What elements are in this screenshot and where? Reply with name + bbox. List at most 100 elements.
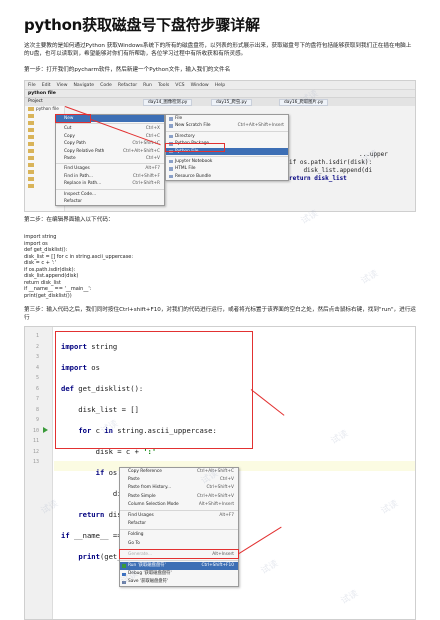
highlight-box — [55, 114, 91, 123]
menu-help[interactable]: Help — [215, 83, 225, 88]
menu-item-label: Cut — [64, 126, 72, 132]
new-submenu-item[interactable]: Resource Bundle — [166, 173, 288, 180]
menu-item-shortcut: Alt+F7 — [145, 166, 160, 172]
folder-icon — [28, 162, 34, 167]
menu-item-shortcut: Ctrl+X — [145, 126, 160, 132]
folder-icon — [28, 113, 34, 118]
new-submenu-item[interactable]: Directory — [166, 133, 288, 140]
context-menu-item[interactable]: Replace in Path... Ctrl+Shift+R — [56, 180, 164, 187]
editor-context-menu-item[interactable]: Copy Reference Ctrl+Alt+Shift+C — [120, 468, 238, 476]
menu-item-shortcut: Ctrl+Alt+Shift+C — [122, 148, 160, 154]
editor-context-menu-item[interactable]: Save '获取磁盘盘符' — [120, 578, 238, 586]
menu-separator — [56, 188, 164, 190]
menu-window[interactable]: Window — [191, 83, 209, 88]
menu-bar: File Edit View Navigate Code Refactor Run Tools… — [25, 81, 415, 90]
line-number: 12 — [32, 448, 39, 455]
tree-root-label: python file — [36, 107, 59, 112]
context-menu-item[interactable]: Paste Ctrl+V — [56, 155, 164, 162]
file-icon — [169, 117, 173, 121]
run-icon[interactable] — [43, 427, 48, 433]
highlight-box — [165, 143, 225, 152]
highlight-box — [55, 331, 253, 449]
file-icon — [169, 167, 173, 171]
context-menu-item[interactable]: Refactor — [56, 198, 164, 205]
menu-navigate[interactable]: Navigate — [74, 83, 95, 88]
editor-context-menu-item[interactable]: Find Usages Alt+F7 — [120, 512, 238, 520]
project-dropdown[interactable]: Project — [28, 98, 43, 106]
menu-separator — [56, 123, 164, 125]
editor-tab[interactable]: day15_爬虫.py — [211, 99, 252, 106]
line-number: 10 — [32, 427, 39, 434]
menu-edit[interactable]: Edit — [42, 83, 51, 88]
new-submenu-item[interactable]: HTML File — [166, 165, 288, 172]
menu-refactor[interactable]: Refactor — [118, 83, 137, 88]
folder-icon — [28, 148, 34, 153]
folder-icon — [28, 134, 34, 139]
menu-view[interactable]: View — [57, 83, 68, 88]
menu-item-shortcut: Ctrl+Alt+Shift+Insert — [237, 123, 284, 129]
menu-item-shortcut: Ctrl+Alt+Shift+V — [197, 493, 234, 499]
context-menu-item[interactable]: Copy Relative Path Ctrl+Alt+Shift+C — [56, 148, 164, 155]
debug-icon — [122, 572, 126, 577]
step1-text: 第一步：打开我们的pycharm软件，然后新建一个Python文件，输入我们的文… — [24, 67, 231, 73]
menu-item-shortcut: Alt+F7 — [219, 512, 234, 518]
line-number: 11 — [32, 438, 39, 444]
new-submenu-item[interactable]: New Scratch File Ctrl+Alt+Shift+Insert — [166, 122, 288, 129]
menu-run[interactable]: Run — [143, 83, 152, 88]
editor-context-menu-item[interactable]: Debug '获取磁盘盘符' — [120, 570, 238, 578]
menu-item-label: Jupyter Notebook — [175, 158, 213, 164]
context-menu-item[interactable]: Inspect Code... — [56, 191, 164, 198]
editor-context-menu: Copy Reference Ctrl+Alt+Shift+C Paste Ctrl+… — [119, 467, 239, 588]
folder-icon — [28, 127, 34, 132]
code-line: return disk_list — [289, 175, 347, 182]
editor-context-menu-item[interactable]: Column Selection Mode Alt+Shift+Insert — [120, 501, 238, 509]
line-number: 6 — [35, 385, 39, 392]
editor-context-menu-item[interactable]: Folding — [120, 531, 238, 539]
menu-item-label: Copy — [64, 133, 75, 139]
menu-item-label: Paste from History... — [128, 485, 172, 491]
folder-icon — [28, 169, 34, 174]
tree-root[interactable]: python file — [25, 106, 64, 113]
menu-separator — [120, 509, 238, 511]
folder-icon — [28, 141, 34, 146]
folder-icon — [28, 155, 34, 160]
editor-tab[interactable]: day16_爬取图片.py — [279, 99, 329, 106]
editor-context-menu-item[interactable]: Paste Simple Ctrl+Alt+Shift+V — [120, 493, 238, 501]
folder-icon — [28, 183, 34, 188]
code-line: disk_list.append(di — [289, 167, 373, 174]
editor-context-menu-item[interactable]: Paste Ctrl+V — [120, 476, 238, 484]
menu-item-label: Resource Bundle — [175, 173, 212, 179]
menu-vcs[interactable]: VCS — [175, 83, 184, 88]
editor-context-menu-item[interactable]: Run '获取磁盘盘符' Ctrl+Shift+F10 — [120, 561, 238, 571]
menu-item-label: Inspect Code... — [64, 191, 97, 197]
folder-icon — [28, 120, 34, 125]
editor-context-menu-item[interactable]: Go To — [120, 540, 238, 548]
context-menu-item[interactable]: Find Usages Alt+F7 — [56, 165, 164, 172]
new-submenu-item[interactable]: File — [166, 115, 288, 122]
menu-code[interactable]: Code — [100, 83, 112, 88]
new-submenu-item[interactable]: Jupyter Notebook — [166, 158, 288, 165]
menu-separator — [56, 163, 164, 165]
editor-tab[interactable]: day14_图像检测.py — [143, 99, 193, 106]
code-listing-line: print(get_disklist()) — [24, 292, 72, 299]
menu-item-shortcut: Ctrl+Shift+F — [132, 173, 160, 179]
menu-item-shortcut: Ctrl+Shift+R — [132, 181, 160, 187]
file-icon — [169, 124, 173, 128]
page-title: python获取磁盘号下盘符步骤详解 — [24, 16, 260, 34]
line-number: 1 — [35, 333, 39, 339]
menu-file[interactable]: File — [28, 83, 36, 88]
editor-context-menu-item[interactable]: Paste from History... Ctrl+Shift+V — [120, 484, 238, 492]
menu-item-label: Run '获取磁盘盘符' — [128, 562, 166, 568]
menu-item-label: Refactor — [64, 198, 83, 204]
context-menu-item[interactable]: Find in Path... Ctrl+Shift+F — [56, 173, 164, 180]
context-menu-item[interactable]: Copy Path Ctrl+Shift+C — [56, 140, 164, 147]
menu-tools[interactable]: Tools — [158, 83, 169, 88]
line-number: 5 — [35, 375, 39, 381]
menu-item-label: Go To — [128, 540, 140, 546]
menu-item-label: Paste Simple — [128, 493, 156, 499]
background-code: ...upper if os.path.isdir(disk): disk_lis… — [289, 151, 388, 183]
line-number: 9 — [35, 417, 39, 423]
line-number: 4 — [35, 364, 39, 371]
editor-context-menu-item[interactable]: Refactor — [120, 520, 238, 528]
menu-item-shortcut: Ctrl+V — [145, 155, 160, 161]
